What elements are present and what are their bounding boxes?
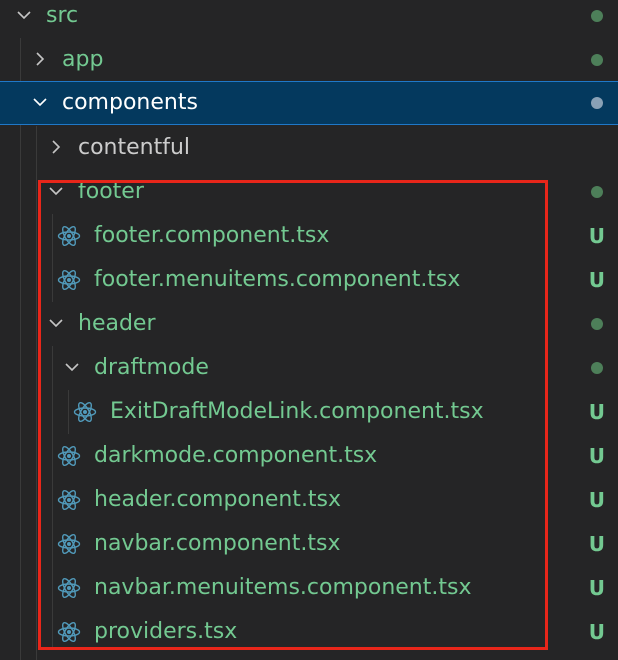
tree-file-exit-draft-mode-link[interactable]: ExitDraftModeLink.component.tsx U <box>0 390 618 434</box>
git-status-dot <box>591 362 603 374</box>
git-status-dot <box>591 186 603 198</box>
chevron-right-icon <box>46 137 66 157</box>
git-status-dot <box>591 97 603 109</box>
folder-label: footer <box>78 179 144 204</box>
tree-file-footer-menuitems[interactable]: footer.menuitems.component.tsx U <box>0 258 618 302</box>
git-status-badge: U <box>588 444 605 468</box>
react-icon <box>57 268 81 292</box>
file-label: navbar.menuitems.component.tsx <box>94 575 472 600</box>
git-status-dot <box>591 54 603 66</box>
chevron-down-icon <box>30 92 50 112</box>
git-status-badge: U <box>588 620 605 644</box>
file-label: footer.menuitems.component.tsx <box>94 267 461 292</box>
react-icon <box>57 620 81 644</box>
tree-folder-components[interactable]: components <box>0 81 618 125</box>
react-icon <box>57 444 81 468</box>
folder-label: app <box>62 47 104 72</box>
folder-label: contentful <box>78 135 191 160</box>
file-label: darkmode.component.tsx <box>94 443 378 468</box>
chevron-down-icon <box>46 313 66 333</box>
git-status-badge: U <box>588 576 605 600</box>
tree-folder-contentful[interactable]: contentful <box>0 126 618 170</box>
git-status-badge: U <box>588 532 605 556</box>
file-label: footer.component.tsx <box>94 223 330 248</box>
file-explorer-tree: src app components contentful footer foo… <box>0 0 618 660</box>
tree-folder-header[interactable]: header <box>0 302 618 346</box>
react-icon <box>57 488 81 512</box>
folder-label: components <box>62 90 198 115</box>
tree-folder-app[interactable]: app <box>0 38 618 82</box>
folder-label: draftmode <box>94 355 209 380</box>
tree-folder-src[interactable]: src <box>0 0 618 38</box>
react-icon <box>73 400 97 424</box>
git-status-badge: U <box>588 400 605 424</box>
react-icon <box>57 576 81 600</box>
react-icon <box>57 224 81 248</box>
git-status-badge: U <box>588 224 605 248</box>
chevron-down-icon <box>46 181 66 201</box>
tree-file-header-component[interactable]: header.component.tsx U <box>0 478 618 522</box>
tree-folder-draftmode[interactable]: draftmode <box>0 346 618 390</box>
folder-label: src <box>46 3 79 28</box>
git-status-badge: U <box>588 268 605 292</box>
tree-file-navbar-menuitems[interactable]: navbar.menuitems.component.tsx U <box>0 566 618 610</box>
file-label: header.component.tsx <box>94 487 342 512</box>
git-status-dot <box>591 10 603 22</box>
chevron-down-icon <box>62 357 82 377</box>
tree-file-navbar-component[interactable]: navbar.component.tsx U <box>0 522 618 566</box>
tree-file-providers[interactable]: providers.tsx U <box>0 610 618 654</box>
git-status-dot <box>591 318 603 330</box>
chevron-right-icon <box>30 49 50 69</box>
file-label: providers.tsx <box>94 619 238 644</box>
react-icon <box>57 532 81 556</box>
git-status-badge: U <box>588 488 605 512</box>
file-label: ExitDraftModeLink.component.tsx <box>110 399 484 424</box>
file-label: navbar.component.tsx <box>94 531 341 556</box>
folder-label: header <box>78 311 156 336</box>
tree-folder-footer[interactable]: footer <box>0 170 618 214</box>
tree-file-darkmode-component[interactable]: darkmode.component.tsx U <box>0 434 618 478</box>
chevron-down-icon <box>14 5 34 25</box>
tree-file-footer-component[interactable]: footer.component.tsx U <box>0 214 618 258</box>
